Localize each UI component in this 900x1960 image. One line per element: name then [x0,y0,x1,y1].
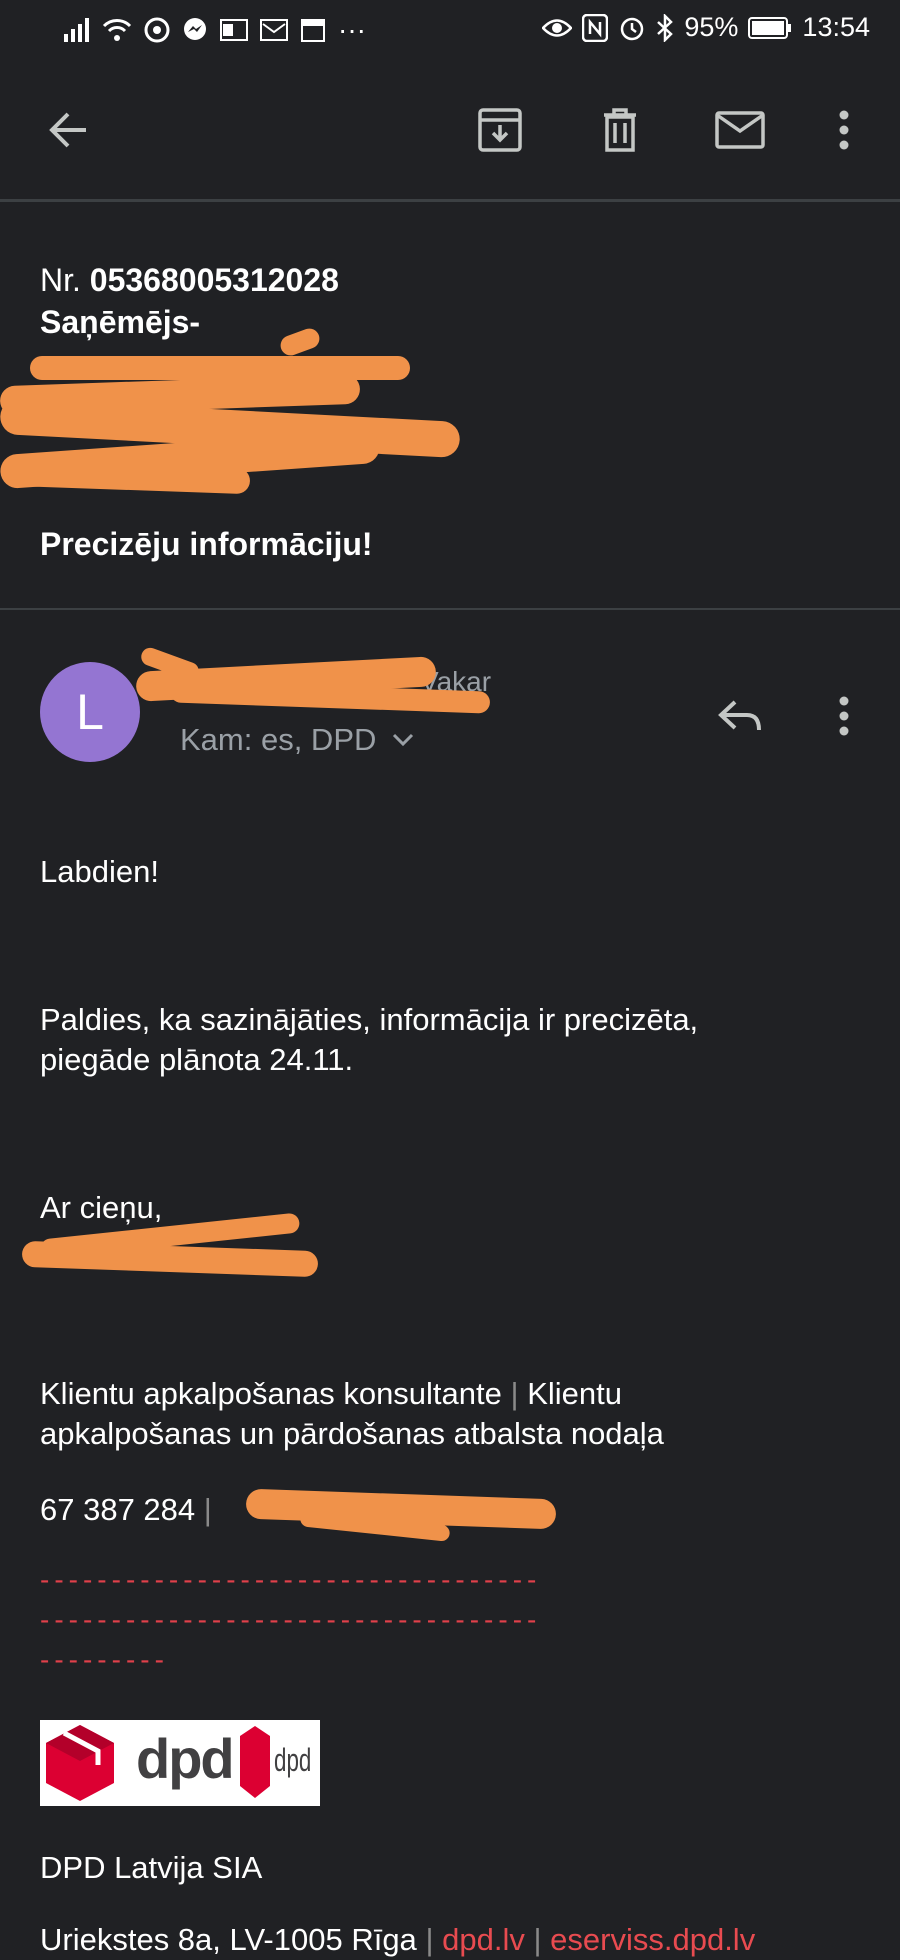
company-name: DPD Latvija SIA [40,1850,263,1885]
dpd-logo-small-text: dpd [274,1742,312,1778]
archive-button[interactable] [472,102,528,158]
more-vert-icon [839,696,849,736]
status-left-icons: ··· [64,14,366,46]
recipient-label: Saņēmējs- [40,304,201,340]
avatar[interactable]: L [40,662,140,762]
wifi-icon [102,19,132,41]
recipients-toggle[interactable]: Kam: es, DPD [180,722,414,758]
dpd-cube-icon [46,1725,114,1801]
status-bar: ··· 95% 13:54 [0,0,900,66]
status-right: 95% 13:54 [542,12,870,43]
reply-button[interactable] [712,688,768,744]
contact-separator: | [203,1492,212,1527]
toolbar [0,66,900,202]
archive-icon [478,108,522,152]
eye-icon [542,18,573,37]
alarm-icon [621,17,644,40]
chevron-down-icon [393,733,414,747]
battery-percent: 95% [684,12,739,42]
shipment-number-line: Nr. 05368005312028 [40,260,339,300]
address-separator-2: | [533,1922,542,1957]
role-separator: | [510,1376,519,1411]
recipients-line: Kam: es, DPD [180,722,377,757]
calendar-icon [301,19,325,42]
address: Uriekstes 8a, LV-1005 Rīga [40,1922,417,1957]
outlook-icon-2 [260,19,288,41]
battery-icon [748,16,792,39]
dpd-website-link[interactable]: dpd.lv [442,1922,525,1957]
role-title: Klientu apkalpošanas konsultante [40,1376,502,1411]
more-notifications-icon: ··· [338,14,366,45]
message-more-button[interactable] [816,688,872,744]
greeting: Labdien! [40,854,159,889]
dpd-small-cube-icon [240,1726,270,1798]
clock: 13:54 [802,12,870,42]
email-subject: Nr. 05368005312028 Saņēmējs- Precizēju i… [0,202,900,610]
divider-line-2: ----------------------------------- [40,1604,542,1635]
messenger-icon [184,18,206,40]
closing: Ar cieņu, [40,1190,163,1225]
address-separator-1: | [425,1922,434,1957]
reply-icon [718,700,761,731]
more-vert-icon [839,110,849,150]
trash-icon [604,108,636,152]
chrome-icon [144,17,170,43]
signal-icon [64,18,89,42]
address-line: Uriekstes 8a, LV-1005 Rīga | dpd.lv | es… [40,1920,755,1960]
outlook-icon [220,19,248,41]
phone-number[interactable]: 67 387 284 [40,1492,195,1527]
delete-button[interactable] [592,102,648,158]
role-line-1: Klientu apkalpošanas konsultante | Klien… [40,1374,622,1414]
dpd-logo-text: dpd [136,1727,235,1790]
shipment-number-label: Nr. [40,262,81,298]
divider-line-3: --------- [40,1644,169,1675]
more-options-button[interactable] [816,102,872,158]
subject-title: Precizēju informāciju! [40,526,373,562]
dpd-logo: dpd dpd [40,1720,320,1806]
body-line-1: Paldies, ka sazinājāties, informācija ir… [40,1002,699,1037]
bluetooth-icon [657,13,674,42]
mark-unread-button[interactable] [712,102,768,158]
role-line-2: apkalpošanas un pārdošanas atbalsta noda… [40,1416,664,1451]
department-start: Klientu [527,1376,622,1411]
arrow-back-icon [49,112,86,148]
nfc-icon [582,13,609,42]
eserviss-link[interactable]: eserviss.dpd.lv [550,1922,755,1957]
shipment-number-value: 05368005312028 [89,262,339,298]
body-line-2: piegāde plānota 24.11. [40,1042,354,1077]
mail-icon [715,111,765,149]
back-button[interactable] [40,102,96,158]
contact-line: 67 387 284 | [40,1490,212,1530]
divider-line-1: ----------------------------------- [40,1564,542,1595]
